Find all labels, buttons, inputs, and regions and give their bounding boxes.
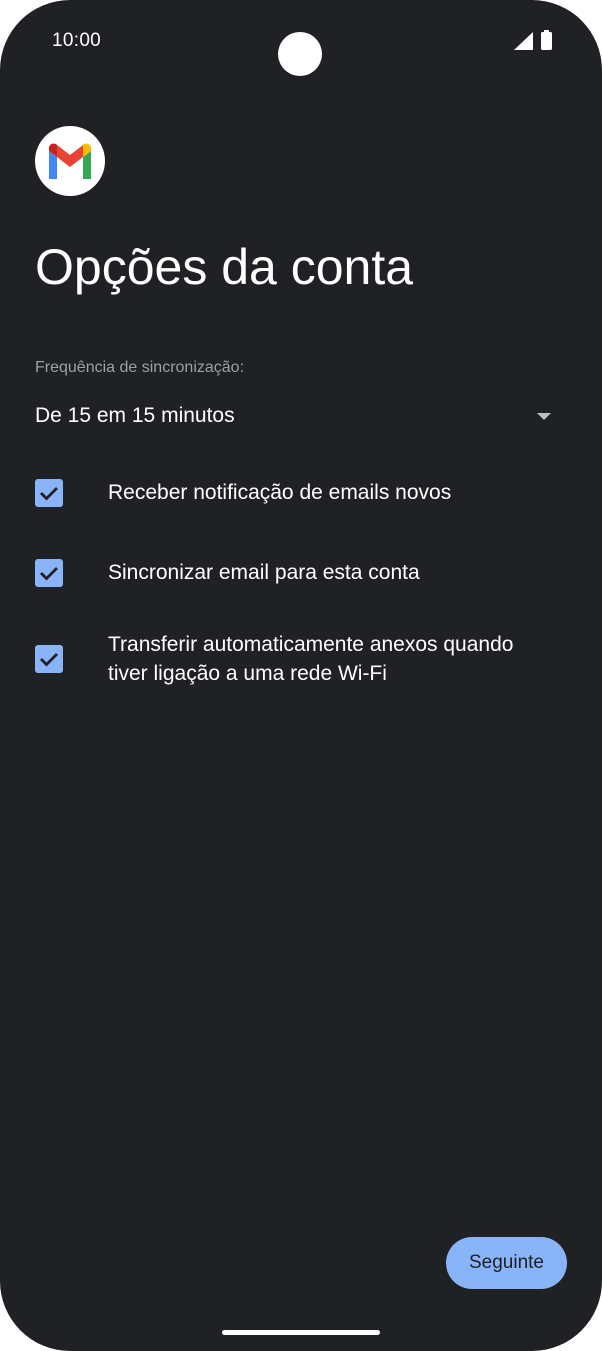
page-title: Opções da conta bbox=[35, 239, 414, 295]
sync-frequency-value: De 15 em 15 minutos bbox=[35, 404, 235, 427]
phone-screen: 10:00 Opções da conta Frequência de sinc… bbox=[0, 0, 602, 1351]
gmail-icon bbox=[35, 126, 105, 196]
checkmark-icon bbox=[40, 653, 58, 667]
dropdown-arrow-icon bbox=[537, 412, 551, 420]
battery-icon bbox=[541, 30, 552, 50]
checkbox-auto-download-attachments[interactable] bbox=[35, 645, 63, 673]
status-time: 10:00 bbox=[52, 30, 102, 51]
status-icons bbox=[514, 30, 552, 50]
checkbox-new-email-notifications[interactable] bbox=[35, 478, 63, 507]
next-button[interactable]: Seguinte bbox=[446, 1237, 567, 1289]
checkbox-sync-email[interactable] bbox=[35, 558, 63, 587]
sync-frequency-label: Frequência de sincronização: bbox=[35, 359, 245, 376]
option-sync-email[interactable]: Sincronizar email para esta conta bbox=[35, 558, 565, 587]
signal-icon bbox=[514, 32, 533, 50]
home-indicator[interactable] bbox=[222, 1330, 380, 1335]
option-auto-download-attachments[interactable]: Transferir automaticamente anexos quando… bbox=[35, 630, 565, 688]
option-label: Sincronizar email para esta conta bbox=[108, 561, 420, 584]
camera-cutout bbox=[278, 32, 322, 76]
option-new-email-notifications[interactable]: Receber notificação de emails novos bbox=[35, 478, 565, 507]
checkmark-icon bbox=[40, 566, 58, 580]
option-label: Receber notificação de emails novos bbox=[108, 481, 452, 504]
checkmark-icon bbox=[40, 486, 58, 500]
sync-frequency-dropdown[interactable]: De 15 em 15 minutos bbox=[35, 396, 555, 436]
option-label: Transferir automaticamente anexos quando… bbox=[108, 633, 514, 685]
